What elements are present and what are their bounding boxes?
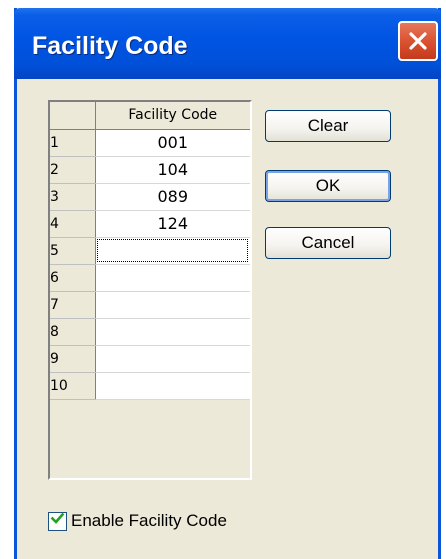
- table-row: 6: [50, 264, 250, 292]
- clear-button[interactable]: Clear: [265, 110, 391, 142]
- facility-code-cell[interactable]: [95, 318, 250, 346]
- facility-code-cell[interactable]: 001: [95, 129, 250, 157]
- facility-code-cell[interactable]: [95, 345, 250, 373]
- facility-code-cell[interactable]: 104: [95, 156, 250, 184]
- enable-facility-code-checkbox[interactable]: [48, 511, 67, 531]
- ok-button[interactable]: OK: [265, 170, 391, 202]
- table-row: 8: [50, 318, 250, 346]
- table-row: 7: [50, 291, 250, 319]
- window-title: Facility Code: [32, 32, 188, 60]
- row-header: 4: [50, 210, 96, 238]
- enable-facility-code-label: Enable Facility Code: [71, 511, 227, 530]
- row-header: 10: [50, 372, 96, 400]
- row-header: 1: [50, 129, 96, 157]
- enable-facility-code-option[interactable]: Enable Facility Code: [48, 511, 227, 531]
- row-header: 5: [50, 237, 96, 265]
- grid-corner-cell: [50, 102, 96, 130]
- table-row: 10: [50, 372, 250, 400]
- row-header: 7: [50, 291, 96, 319]
- row-header: 3: [50, 183, 96, 211]
- facility-code-cell-focused[interactable]: [95, 237, 250, 265]
- row-header: 8: [50, 318, 96, 346]
- facility-code-grid: Facility Code 1 001 2 104 3 089 4 124 5 …: [48, 100, 252, 480]
- table-row: 9: [50, 345, 250, 373]
- facility-code-table: Facility Code 1 001 2 104 3 089 4 124 5 …: [50, 102, 250, 400]
- row-header: 9: [50, 345, 96, 373]
- close-button[interactable]: [398, 21, 438, 61]
- table-row: 1 001: [50, 129, 250, 157]
- table-row: 4 124: [50, 210, 250, 238]
- checkmark-icon: [50, 511, 65, 531]
- table-row: 2 104: [50, 156, 250, 184]
- facility-code-cell[interactable]: [95, 372, 250, 400]
- facility-code-cell[interactable]: 089: [95, 183, 250, 211]
- close-icon: [407, 30, 429, 52]
- row-header: 6: [50, 264, 96, 292]
- table-row: 5: [50, 237, 250, 265]
- facility-code-dialog: Facility Code Facility Code 1 001 2 104 …: [14, 8, 441, 559]
- facility-code-cell[interactable]: [95, 291, 250, 319]
- cancel-button[interactable]: Cancel: [265, 227, 391, 259]
- dialog-body: Facility Code 1 001 2 104 3 089 4 124 5 …: [17, 79, 438, 559]
- facility-code-cell[interactable]: 124: [95, 210, 250, 238]
- facility-code-cell[interactable]: [95, 264, 250, 292]
- column-header-facility-code: Facility Code: [95, 102, 250, 130]
- row-header: 2: [50, 156, 96, 184]
- title-bar[interactable]: Facility Code: [14, 8, 441, 79]
- table-row: 3 089: [50, 183, 250, 211]
